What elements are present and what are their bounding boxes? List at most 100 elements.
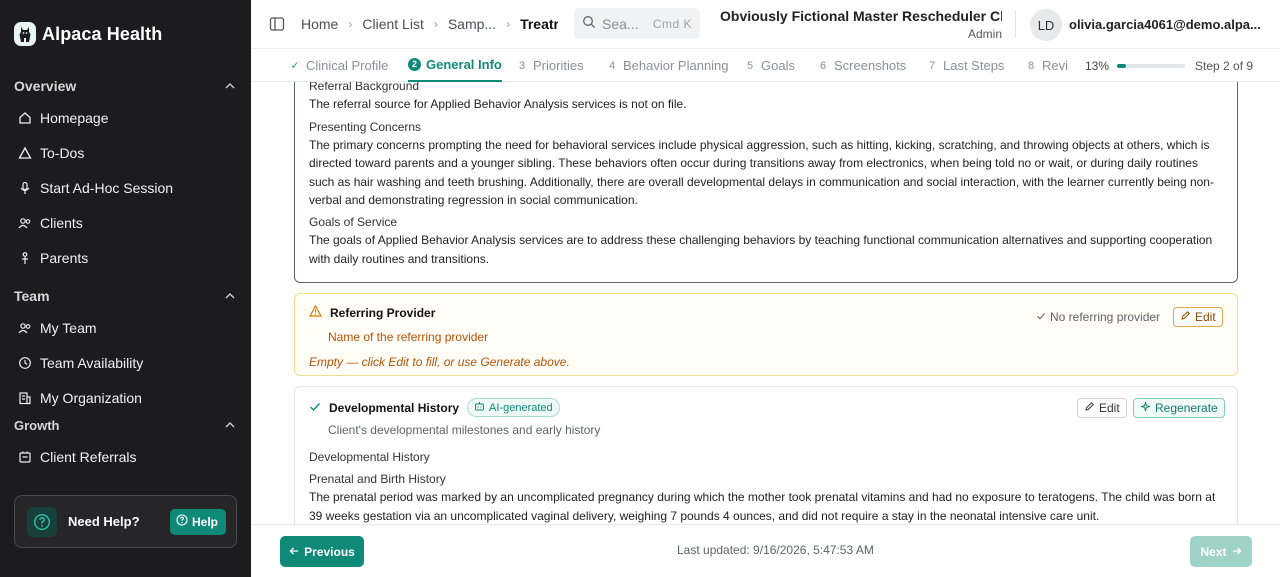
warning-icon — [18, 146, 32, 160]
section-subheading: Prenatal and Birth History — [309, 472, 446, 486]
help-title: Need Help? — [68, 514, 140, 529]
tab-review[interactable]: 8 Revi — [1025, 49, 1083, 82]
org-switcher[interactable]: Obviously Fictional Master Rescheduler C… — [720, 8, 1002, 41]
sidebar-item-team-availability[interactable]: Team Availability — [0, 345, 251, 380]
section-heading: Referral Background — [309, 82, 420, 93]
tab-general-info[interactable]: 2 General Info — [408, 49, 502, 82]
tab-clinical-profile[interactable]: ✓ Clinical Profile — [289, 49, 388, 82]
tab-goals[interactable]: 5 Goals — [744, 49, 795, 82]
check-icon — [1036, 310, 1046, 324]
general-info-card[interactable]: Referral Background The referral source … — [294, 82, 1238, 283]
sidebar-item-label: Parents — [40, 249, 89, 266]
button-label: Edit — [1195, 310, 1216, 324]
warning-icon — [308, 304, 323, 320]
group-header-overview[interactable]: Overview — [0, 76, 251, 96]
sidebar-item-todos[interactable]: To-Dos — [0, 135, 251, 170]
user-role: Admin — [967, 27, 1002, 41]
button-label: Next — [1200, 544, 1227, 559]
help-button[interactable]: Help — [169, 508, 226, 535]
step-label: Revi — [1042, 58, 1069, 73]
tab-last-steps[interactable]: 7 Last Steps — [926, 49, 1005, 82]
progress-bar — [1117, 63, 1186, 68]
breadcrumb-client-list[interactable]: Client List — [362, 16, 423, 32]
sidebar-item-start-ad-hoc-session[interactable]: Start Ad-Hoc Session — [0, 170, 251, 205]
chevron-right-icon: › — [433, 17, 438, 31]
card-subtitle: Name of the referring provider — [328, 330, 489, 344]
sidebar-item-my-organization[interactable]: My Organization — [0, 380, 251, 415]
referring-provider-header: Referring Provider — [308, 304, 436, 320]
sidebar-item-my-team[interactable]: My Team — [0, 310, 251, 345]
step-label: Screenshots — [834, 58, 907, 73]
brand[interactable]: Alpaca Health — [14, 22, 162, 46]
sidebar-item-homepage[interactable]: Homepage — [0, 100, 251, 135]
user-email[interactable]: olivia.garcia4061@demo.alpa... — [1069, 17, 1273, 32]
previous-button[interactable]: Previous — [280, 536, 364, 567]
sidebar-item-label: My Team — [40, 319, 97, 336]
check-icon — [309, 401, 321, 415]
section-heading: Presenting Concerns — [309, 119, 422, 134]
sidebar-item-label: Start Ad-Hoc Session — [40, 179, 174, 196]
step-label: General Info — [426, 57, 502, 72]
sidebar-item-client-referrals[interactable]: Client Referrals — [0, 439, 251, 474]
tab-behavior-planning[interactable]: 4 Behavior Planning — [606, 49, 729, 82]
sidebar-item-label: Clients — [40, 214, 83, 231]
section-text: The primary concerns prompting the need … — [309, 137, 1214, 208]
card-title: Developmental History — [329, 400, 460, 415]
breadcrumb-client[interactable]: Samp... — [448, 16, 496, 32]
sidebar-toggle-icon[interactable] — [269, 16, 285, 32]
button-label: Regenerate — [1155, 401, 1218, 415]
badge-label: AI-generated — [489, 401, 553, 414]
chevron-right-icon: › — [506, 17, 511, 31]
help-circle-icon — [27, 506, 57, 537]
next-button[interactable]: Next — [1190, 536, 1252, 567]
referral-icon — [18, 450, 32, 464]
search-placeholder: Sea... — [602, 15, 639, 32]
step-label: Last Steps — [943, 58, 1005, 73]
check-icon: ✓ — [290, 60, 300, 72]
tab-screenshots[interactable]: 6 Screenshots — [817, 49, 906, 82]
group-header-team[interactable]: Team — [0, 286, 251, 306]
step-label: Priorities — [533, 58, 584, 73]
sidebar-item-label: Homepage — [40, 109, 109, 126]
avatar[interactable]: LD — [1030, 9, 1062, 41]
step-number: 7 — [928, 59, 936, 72]
search-input[interactable]: Sea... Cmd K — [574, 8, 700, 39]
person-icon — [18, 251, 32, 265]
pencil-icon — [1180, 310, 1191, 324]
org-name: Obviously Fictional Master Rescheduler C… — [720, 8, 1002, 24]
microphone-icon — [18, 181, 32, 195]
group-label: Growth — [14, 417, 60, 433]
step-tabs: ✓ Clinical Profile 2 General Info 3 Prio… — [251, 48, 1280, 82]
app-name: Alpaca Health — [42, 23, 163, 44]
alpaca-logo-icon — [14, 22, 36, 46]
nav-group-growth: Growth Client Referrals — [0, 415, 251, 474]
sidebar-item-clients[interactable]: Clients — [0, 205, 251, 240]
top-bar: Home › Client List › Samp... › Treatr Se… — [251, 0, 1280, 48]
step-number: 8 — [1027, 59, 1035, 72]
edit-developmental-history-button[interactable]: Edit — [1077, 398, 1127, 418]
card-title: Referring Provider — [330, 305, 436, 320]
section-text: The prenatal period was marked by an unc… — [309, 490, 1216, 523]
progress-percent: 13% — [1085, 58, 1110, 73]
step-number: 2 — [408, 58, 421, 71]
tab-priorities[interactable]: 3 Priorities — [516, 49, 584, 82]
arrow-right-icon — [1232, 545, 1242, 559]
users-icon — [18, 321, 32, 335]
last-updated: Last updated: 9/16/2026, 5:47:53 AM — [677, 543, 874, 557]
referring-provider-card: Referring Provider Name of the referring… — [294, 293, 1238, 376]
divider — [1015, 10, 1016, 38]
regenerate-button[interactable]: Regenerate — [1133, 398, 1225, 418]
sidebar-item-parents[interactable]: Parents — [0, 240, 251, 275]
step-number: 5 — [746, 59, 754, 72]
breadcrumb-home[interactable]: Home — [301, 16, 338, 32]
sidebar: Alpaca Health Overview Homepage To-Dos S… — [0, 0, 251, 577]
group-label: Overview — [14, 78, 77, 94]
home-icon — [18, 111, 32, 125]
nav-group-overview: Overview Homepage To-Dos Start Ad-Hoc Se… — [0, 76, 251, 275]
progress: 13% — [1085, 49, 1186, 82]
search-icon — [582, 15, 596, 32]
edit-referring-provider-button[interactable]: Edit — [1173, 307, 1223, 327]
group-header-growth[interactable]: Growth — [0, 415, 251, 435]
status-badge: No referring provider — [1036, 310, 1160, 324]
sidebar-item-label: My Organization — [40, 389, 142, 406]
